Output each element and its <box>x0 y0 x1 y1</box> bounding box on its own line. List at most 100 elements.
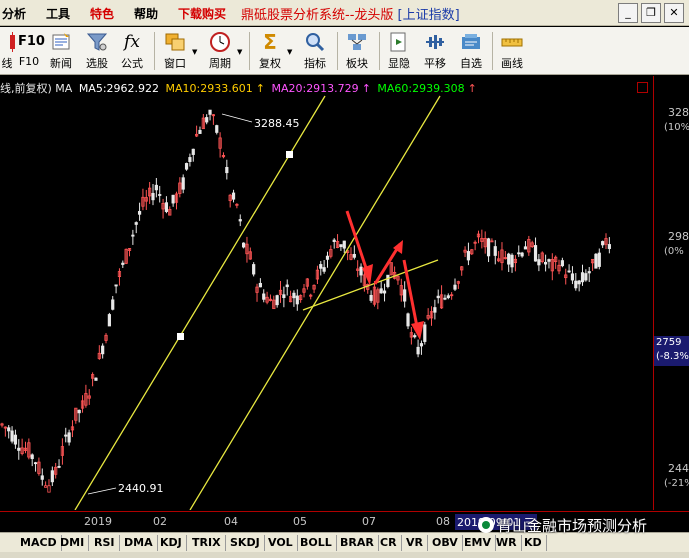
candle-body <box>597 252 601 267</box>
toolbar-indicator-button[interactable]: 指标 <box>298 30 332 72</box>
indicator-tab-vr[interactable]: VR <box>402 535 428 551</box>
toolbar-label: 复权 <box>259 57 281 70</box>
toolbar-label: 周期 <box>209 57 231 70</box>
legend-ma10-arrow: ↑ <box>255 82 265 95</box>
funnel-icon <box>86 33 108 51</box>
chevron-down-icon[interactable]: ▼ <box>237 48 242 56</box>
indicator-tab-dmi[interactable]: DMI <box>56 535 90 551</box>
legend-ma60-arrow: ↑ <box>467 82 477 95</box>
toolbar-separator <box>337 32 338 70</box>
candle-body <box>342 240 346 249</box>
toolbar-label: 平移 <box>424 57 446 70</box>
toolbar-draw-button[interactable]: 画线 <box>495 30 529 72</box>
candle-body <box>379 288 383 294</box>
menu-item[interactable]: 工具 <box>46 5 70 22</box>
candle-body <box>13 434 18 445</box>
indicator-tab-kd[interactable]: KD <box>520 535 547 551</box>
index-name: [上证指数] <box>397 8 460 23</box>
indicator-tab-wr[interactable]: WR <box>492 535 522 551</box>
toolbar-show-hide-button[interactable]: 显隐 <box>382 30 416 72</box>
menu-item[interactable]: 帮助 <box>134 5 158 22</box>
toolbar-f10-button[interactable]: F10 F10 <box>12 30 46 72</box>
candle-body <box>137 211 142 215</box>
toolbar-news-button[interactable]: 新闻 <box>44 30 78 72</box>
minimize-button[interactable]: _ <box>618 3 638 23</box>
menu-item[interactable]: 分析 <box>2 5 26 22</box>
indicator-tab-trix[interactable]: TRIX <box>188 535 226 551</box>
indicator-tab-macd[interactable]: MACD <box>16 535 62 551</box>
legend-prefix: 线,前复权) MA <box>0 82 73 95</box>
legend-ma20: MA20:2913.729 <box>271 82 359 95</box>
watchlist-icon <box>462 34 480 49</box>
candle-body <box>205 117 209 123</box>
indicator-tab-rsi[interactable]: RSI <box>90 535 120 551</box>
indicator-tab-obv[interactable]: OBV <box>428 535 463 551</box>
toolbar-watchlist-button[interactable]: 自选 <box>454 30 488 72</box>
magnifier-icon <box>306 33 325 52</box>
candle-body <box>10 430 14 442</box>
menu-item[interactable]: 特色 <box>90 5 114 22</box>
y-pct-high: (10% <box>664 122 689 133</box>
chevron-down-icon[interactable]: ▼ <box>287 48 292 56</box>
candle-body <box>64 434 68 437</box>
toolbar-period-button[interactable]: 周期 <box>203 30 237 72</box>
candle-body <box>158 194 162 196</box>
chart-restore-icon[interactable] <box>637 82 648 93</box>
current-pct: (-8.3% <box>656 351 689 362</box>
indicator-tab-dma[interactable]: DMA <box>120 535 158 551</box>
high-leader <box>221 113 253 123</box>
menu-item[interactable]: 下载购买 <box>178 5 226 22</box>
kline-chart-svg[interactable]: 3288.45 2440.91 <box>0 76 653 510</box>
indicator-tab-brar[interactable]: BRAR <box>336 535 379 551</box>
toolbar-window-button[interactable]: 窗口 <box>158 30 192 72</box>
candle-body <box>285 284 289 288</box>
indicator-tab-cr[interactable]: CR <box>376 535 402 551</box>
indicator-tab-boll[interactable]: BOLL <box>296 535 337 551</box>
candle-body <box>47 485 51 493</box>
indicator-tab-vol[interactable]: VOL <box>264 535 298 551</box>
candle-body <box>134 222 138 225</box>
trendline-handle <box>286 151 293 158</box>
indicator-tab-emv[interactable]: EMV <box>460 535 496 551</box>
candle-body <box>154 184 158 191</box>
toolbar-label: 选股 <box>86 57 108 70</box>
candle-body <box>466 251 471 261</box>
y-label-high: 328 <box>668 106 689 119</box>
status-bar <box>0 552 689 558</box>
toolbar-pan-button[interactable]: 平移 <box>418 30 452 72</box>
toolbar-label: 板块 <box>346 57 368 70</box>
candle-body <box>262 293 266 300</box>
price-chart[interactable]: 3288.45 2440.91 <box>0 76 689 510</box>
candle-body <box>111 299 115 310</box>
candle-body <box>171 194 175 204</box>
toolbar-formula-button[interactable]: fx 公式 <box>115 30 149 72</box>
y-pct-mid: (0% <box>664 246 684 257</box>
toolbar-sector-button[interactable]: 板块 <box>340 30 374 72</box>
toolbar-adjust-button[interactable]: Σ 复权 <box>253 30 287 72</box>
indicator-tab-skdj[interactable]: SKDJ <box>226 535 265 551</box>
candle-body <box>322 267 326 272</box>
close-button[interactable]: ✕ <box>664 3 684 23</box>
restore-button[interactable]: ❐ <box>641 3 661 23</box>
candle-body <box>352 253 356 258</box>
y-label-low: 244 <box>668 462 689 475</box>
low-leader <box>87 487 117 495</box>
candle-body <box>238 219 242 222</box>
toolbar-label: 自选 <box>460 57 482 70</box>
candle-body <box>547 259 551 262</box>
candle-body <box>406 313 410 327</box>
chevron-down-icon[interactable]: ▼ <box>192 48 197 56</box>
candle-body <box>40 475 44 480</box>
candle-body <box>151 192 155 201</box>
candle-body <box>433 307 437 313</box>
watermark-text: 青山金融市场预测分析 <box>497 517 648 535</box>
f10-icon: F10 <box>18 34 45 49</box>
candle-body <box>7 427 11 432</box>
candle-body <box>436 295 440 299</box>
indicator-tab-kdj[interactable]: KDJ <box>156 535 187 551</box>
price-axis <box>653 76 689 510</box>
toolbar-picker-button[interactable]: 选股 <box>80 30 114 72</box>
candle-body <box>339 244 343 247</box>
candle-body <box>33 462 38 465</box>
trendline-handle <box>177 333 184 340</box>
